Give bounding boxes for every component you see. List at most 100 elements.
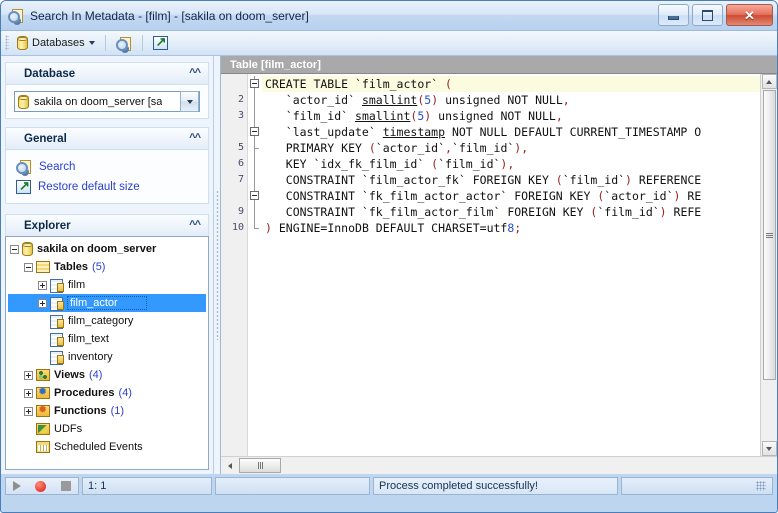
status-message: Process completed successfully! — [373, 477, 618, 495]
tree-expand-icon[interactable] — [24, 370, 33, 380]
tree-item-udfs[interactable]: UDFs — [8, 420, 206, 438]
database-select[interactable]: sakila on doom_server [sa — [14, 91, 200, 112]
tree-item-film-text[interactable]: film_text — [8, 330, 206, 348]
fold-toggle-icon[interactable] — [250, 191, 259, 200]
fold-marker-row — [248, 92, 262, 108]
code-line[interactable]: CONSTRAINT `fk_film_actor_actor` FOREIGN… — [262, 188, 760, 204]
code-line[interactable]: PRIMARY KEY (`actor_id`,`film_id`), — [262, 140, 760, 156]
search-toolbar-button[interactable] — [112, 33, 136, 53]
events-folder-icon — [36, 441, 50, 453]
general-link-search-label[interactable]: Search — [39, 161, 75, 173]
database-icon — [17, 36, 28, 50]
scroll-up-button[interactable] — [761, 74, 777, 89]
restore-size-icon — [16, 178, 31, 194]
main-toolbar: Databases — [1, 31, 777, 56]
resize-grip-icon[interactable] — [756, 481, 766, 491]
tree-item-inventory[interactable]: inventory — [8, 348, 206, 366]
tree-item-film-category[interactable]: film_category — [8, 312, 206, 330]
toolbar-separator — [141, 35, 143, 51]
tree-item-text: film_category — [68, 315, 133, 327]
tables-folder-icon — [36, 261, 50, 273]
restore-size-toolbar-button[interactable] — [149, 33, 172, 53]
code-fold-column[interactable] — [248, 74, 262, 456]
code-line[interactable]: ) ENGINE=InnoDB DEFAULT CHARSET=utf8; — [262, 220, 760, 236]
editor-tab-title: Table [film_actor] — [230, 58, 321, 71]
code-line[interactable]: CONSTRAINT `film_actor_fk` FOREIGN KEY (… — [262, 172, 760, 188]
code-line[interactable]: CREATE TABLE `film_actor` ( — [262, 76, 760, 92]
panel-title-explorer: Explorer — [24, 219, 71, 232]
tree-item-text: film_text — [68, 333, 109, 345]
chevron-up-double-icon[interactable]: ^^ — [189, 68, 201, 79]
database-select-dropdown-button[interactable] — [180, 91, 199, 112]
database-icon — [22, 242, 33, 256]
table-icon — [50, 278, 64, 293]
tree-item-scheduled-events[interactable]: Scheduled Events — [8, 438, 206, 456]
maximize-icon — [702, 9, 713, 21]
window-controls: ✕ — [658, 4, 773, 26]
panel-header-explorer[interactable]: Explorer ^^ — [5, 214, 209, 236]
tree-item-film[interactable]: film — [8, 276, 206, 294]
code-line[interactable]: CONSTRAINT `fk_film_actor_film` FOREIGN … — [262, 204, 760, 220]
general-link-restore-default-size[interactable]: Restore default size — [14, 177, 200, 197]
minimize-button[interactable] — [658, 4, 689, 26]
status-transport-controls — [5, 477, 79, 495]
panel-header-general[interactable]: General ^^ — [5, 127, 209, 149]
panel-body-database: sakila on doom_server [sa — [5, 84, 209, 119]
fold-toggle-icon[interactable] — [250, 127, 259, 136]
scroll-left-button[interactable] — [222, 458, 237, 473]
tree-expand-icon[interactable] — [38, 280, 47, 290]
tree-collapse-icon[interactable] — [10, 244, 19, 254]
maximize-button[interactable] — [692, 4, 723, 26]
general-link-restore-default-size-label[interactable]: Restore default size — [38, 181, 140, 193]
line-number: 9 — [237, 206, 244, 217]
views-folder-icon — [36, 369, 50, 381]
horizontal-scroll-thumb[interactable] — [239, 458, 281, 473]
editor-horizontal-scrollbar[interactable] — [221, 456, 777, 474]
functions-folder-icon — [36, 403, 50, 417]
toolbar-grip[interactable] — [5, 35, 9, 51]
tree-item-label: film_text — [68, 333, 109, 345]
tree-item-sakila-on-doom-server[interactable]: sakila on doom_server — [8, 240, 206, 258]
table-icon — [50, 332, 64, 347]
tree-item-functions[interactable]: Functions(1) — [8, 402, 206, 420]
fold-marker-row — [248, 76, 262, 92]
fold-toggle-icon[interactable] — [250, 79, 259, 88]
tree-expand-icon[interactable] — [38, 298, 47, 308]
tree-expand-icon[interactable] — [24, 406, 33, 416]
scroll-down-button[interactable] — [761, 441, 777, 456]
chevron-up-double-icon[interactable]: ^^ — [189, 133, 201, 144]
code-line[interactable]: `last_update` timestamp NOT NULL DEFAULT… — [262, 124, 760, 140]
editor-tab-header[interactable]: Table [film_actor] — [221, 56, 777, 74]
play-icon[interactable] — [13, 481, 22, 491]
line-number-gutter: 2 3 5 6 7 9 10 — [221, 74, 248, 456]
sql-code-content[interactable]: CREATE TABLE `film_actor` ( `actor_id` s… — [262, 74, 760, 456]
tree-expand-icon[interactable] — [24, 388, 33, 398]
chevron-up-double-icon[interactable]: ^^ — [189, 220, 201, 231]
tree-item-label: UDFs — [54, 423, 83, 435]
explorer-tree[interactable]: sakila on doom_server Tables (5) film film_a… — [5, 236, 209, 470]
vertical-scroll-thumb[interactable] — [762, 90, 776, 380]
tree-item-film-actor[interactable]: film_actor — [8, 294, 206, 312]
record-icon[interactable] — [35, 480, 47, 492]
general-link-search[interactable]: Search — [14, 156, 200, 177]
status-resize-area[interactable] — [621, 477, 773, 495]
status-bar: 1: 1 Process completed successfully! — [1, 474, 777, 498]
tree-item-label: Scheduled Events — [54, 441, 143, 453]
code-line[interactable]: KEY `idx_fk_film_id` (`film_id`), — [262, 156, 760, 172]
table-icon — [50, 314, 64, 329]
code-line[interactable]: `film_id` smallint(5) unsigned NOT NULL, — [262, 108, 760, 124]
line-number: 5 — [237, 142, 244, 153]
code-line[interactable]: `actor_id` smallint(5) unsigned NOT NULL… — [262, 92, 760, 108]
fold-marker-row — [248, 220, 262, 236]
tree-item-tables[interactable]: Tables (5) — [8, 258, 206, 276]
editor-vertical-scrollbar[interactable] — [760, 74, 777, 456]
close-button[interactable]: ✕ — [726, 4, 773, 26]
panel-header-database[interactable]: Database ^^ — [5, 62, 209, 84]
tree-item-procedures[interactable]: Procedures(4) — [8, 384, 206, 402]
tree-item-text: film_actor — [67, 296, 147, 310]
tree-item-views[interactable]: Views (4) — [8, 366, 206, 384]
stop-icon[interactable] — [60, 481, 71, 491]
tree-collapse-icon[interactable] — [24, 262, 33, 272]
table-icon — [50, 350, 64, 365]
databases-button[interactable]: Databases — [13, 33, 99, 53]
